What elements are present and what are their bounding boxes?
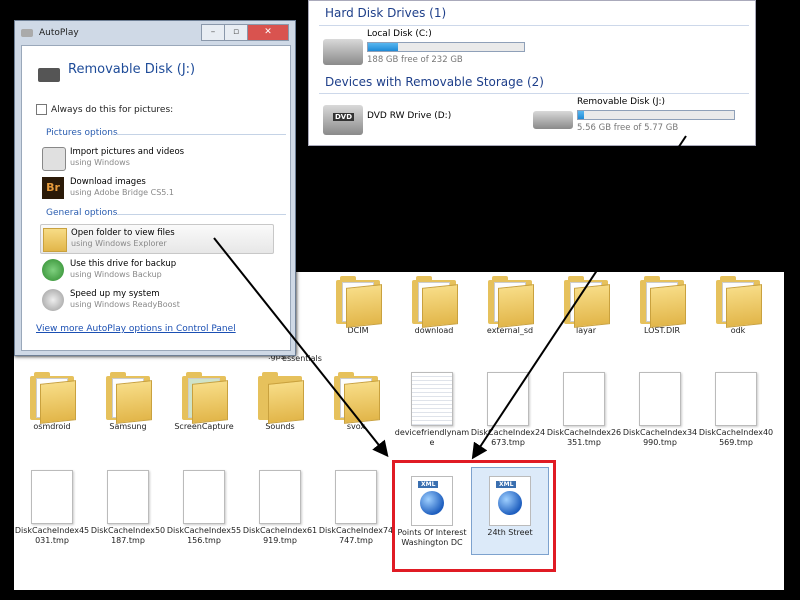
- annotation-arrows: [213, 135, 687, 460]
- arrow-removable-disk-to-files: [471, 135, 687, 460]
- arrow-open-folder-to-files: [213, 237, 389, 458]
